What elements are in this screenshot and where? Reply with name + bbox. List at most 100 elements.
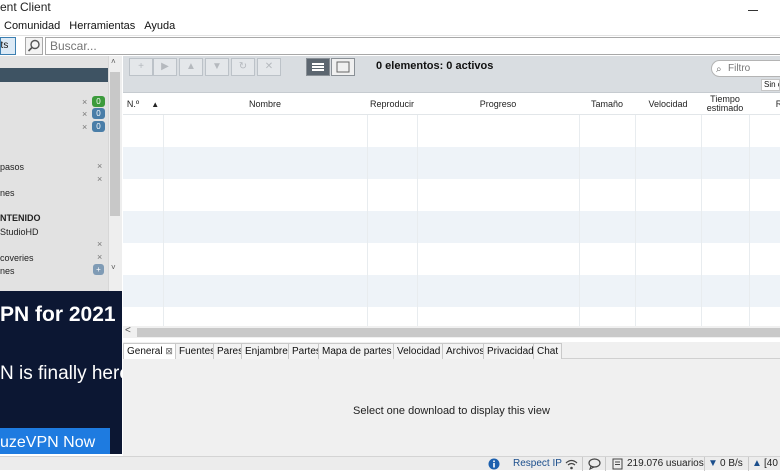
wifi-icon[interactable] xyxy=(565,458,578,470)
sort-ascending-icon: ▲ xyxy=(151,99,160,109)
down-button[interactable]: ▼ xyxy=(205,58,229,76)
close-icon[interactable]: × xyxy=(97,161,102,171)
status-separator xyxy=(582,457,583,471)
grid-view-button[interactable] xyxy=(331,58,355,76)
column-divider xyxy=(635,115,636,326)
count-badge: 0 xyxy=(92,96,105,107)
upload-speed: [40 xyxy=(764,458,778,469)
users-icon xyxy=(612,458,623,470)
search-icon xyxy=(27,39,40,52)
close-icon[interactable]: × xyxy=(97,252,102,262)
refresh-button[interactable]: ↻ xyxy=(231,58,255,76)
sidebar-header xyxy=(0,68,108,82)
status-separator xyxy=(748,457,749,471)
window-title: ent Client xyxy=(0,0,51,14)
column-divider xyxy=(417,115,418,326)
close-icon[interactable]: × xyxy=(82,122,87,132)
ad-cta-button[interactable]: uzeVPN Now xyxy=(0,428,110,454)
count-badge: 0 xyxy=(92,121,105,132)
menu-herramientas[interactable]: Herramientas xyxy=(69,17,135,35)
sidebar-item-nes-2[interactable]: nes xyxy=(0,266,15,276)
horizontal-scrollbar[interactable]: < xyxy=(123,325,780,338)
column-header-label: N.º xyxy=(126,98,140,109)
tab-archivos[interactable]: Archivos xyxy=(442,343,489,359)
filter-placeholder: Filtro xyxy=(728,63,751,74)
sidebar: × 0 × 0 × 0 pasos × × nes NTENIDO Studio… xyxy=(0,56,122,291)
close-icon[interactable]: × xyxy=(97,239,102,249)
respect-ip-link[interactable]: Respect IP xyxy=(513,458,562,470)
scroll-up-icon[interactable]: ˄ xyxy=(111,57,116,66)
sidebar-section-contenido: NTENIDO xyxy=(0,213,41,223)
scroll-down-icon[interactable]: ˅ xyxy=(111,263,116,272)
menu-bar: Comunidad Herramientas Ayuda xyxy=(0,17,780,35)
download-count: 0 elementos: 0 activos xyxy=(376,60,494,72)
column-header-progreso[interactable]: Progreso xyxy=(417,93,579,115)
toolbar: + ▶ ▲ ▼ ↻ ✕ 0 elementos: 0 activos ⌕ Fil… xyxy=(123,56,780,93)
column-header-tiempo[interactable]: Tiempo estimado xyxy=(701,93,749,115)
sidebar-item-studiohd[interactable]: StudioHD xyxy=(0,227,39,237)
minimize-icon[interactable] xyxy=(748,1,758,11)
column-header-reproducir[interactable]: Reproducir xyxy=(367,93,417,115)
downloads-table: N.º ▲ Nombre Reproducir Progreso Tamaño … xyxy=(123,93,780,326)
list-view-button[interactable] xyxy=(306,58,330,76)
ad-headline: PN for 2021 xyxy=(0,303,116,326)
search-input[interactable] xyxy=(45,37,780,55)
play-button[interactable]: ▶ xyxy=(153,58,177,76)
column-divider xyxy=(749,115,750,326)
chat-icon[interactable] xyxy=(588,458,601,470)
status-bar: Respect IP 219.076 usuarios ▼ 0 B/s ▲ [4… xyxy=(0,456,780,471)
column-header-velocidad[interactable]: Velocidad xyxy=(635,93,701,115)
grid-view-icon xyxy=(336,61,350,73)
up-button[interactable]: ▲ xyxy=(179,58,203,76)
tab-velocidad[interactable]: Velocidad xyxy=(393,343,445,359)
table-row[interactable] xyxy=(123,275,780,307)
column-header-nombre[interactable]: Nombre xyxy=(163,93,367,115)
tab-general[interactable]: General ⊠ xyxy=(123,343,177,359)
users-count: 219.076 usuarios xyxy=(627,458,704,469)
detail-tabs: General ⊠ Fuentes Pares Enjambre Partes … xyxy=(123,342,780,359)
add-download-button[interactable]: + xyxy=(129,58,153,76)
close-icon[interactable]: × xyxy=(82,97,87,107)
column-header-tamano[interactable]: Tamaño xyxy=(579,93,635,115)
search-bar: nts xyxy=(0,35,780,56)
transfers-tab-button[interactable]: nts xyxy=(0,37,16,55)
sidebar-item-nes[interactable]: nes xyxy=(0,188,15,198)
filter-input[interactable]: ⌕ Filtro xyxy=(711,60,780,77)
tab-enjambre[interactable]: Enjambre xyxy=(241,343,292,359)
sidebar-item-pasos[interactable]: pasos xyxy=(0,162,24,172)
close-icon[interactable]: ⊠ xyxy=(165,346,173,356)
close-icon[interactable]: × xyxy=(97,174,102,184)
column-header-r[interactable]: R xyxy=(749,93,780,115)
count-badge: 0 xyxy=(92,108,105,119)
list-view-icon xyxy=(312,63,324,71)
add-icon[interactable]: + xyxy=(93,264,104,275)
upload-arrow-icon: ▲ xyxy=(752,458,762,469)
remove-button[interactable]: ✕ xyxy=(257,58,281,76)
download-arrow-icon: ▼ xyxy=(708,458,718,469)
menu-ayuda[interactable]: Ayuda xyxy=(144,17,175,35)
horizontal-scroll-thumb[interactable] xyxy=(137,328,780,337)
close-icon[interactable]: × xyxy=(82,109,87,119)
sidebar-scroll-thumb[interactable] xyxy=(110,72,120,216)
column-header-number[interactable]: N.º ▲ xyxy=(123,93,163,115)
download-speed: 0 B/s xyxy=(720,458,743,469)
ad-banner[interactable]: PN for 2021 N is finally here! uzeVPN No… xyxy=(0,291,122,454)
info-icon[interactable] xyxy=(488,458,500,470)
column-divider xyxy=(367,115,368,326)
tab-mapa-de-partes[interactable]: Mapa de partes xyxy=(318,343,396,359)
table-row[interactable] xyxy=(123,147,780,179)
menu-comunidad[interactable]: Comunidad xyxy=(4,17,60,35)
ad-subline: N is finally here! xyxy=(0,363,122,384)
status-separator xyxy=(605,457,606,471)
search-icon: ⌕ xyxy=(716,64,722,75)
scroll-left-icon[interactable]: < xyxy=(125,325,131,336)
empty-detail-message: Select one download to display this view xyxy=(353,405,550,417)
tab-chat[interactable]: Chat xyxy=(533,343,563,359)
column-divider xyxy=(163,115,164,326)
sidebar-item-coveries[interactable]: coveries xyxy=(0,253,34,263)
table-row[interactable] xyxy=(123,211,780,243)
filter-dropdown[interactable]: Sin c xyxy=(761,79,780,91)
status-separator xyxy=(704,457,705,471)
search-button[interactable] xyxy=(25,37,43,55)
tab-privacidad[interactable]: Privacidad xyxy=(483,343,538,359)
